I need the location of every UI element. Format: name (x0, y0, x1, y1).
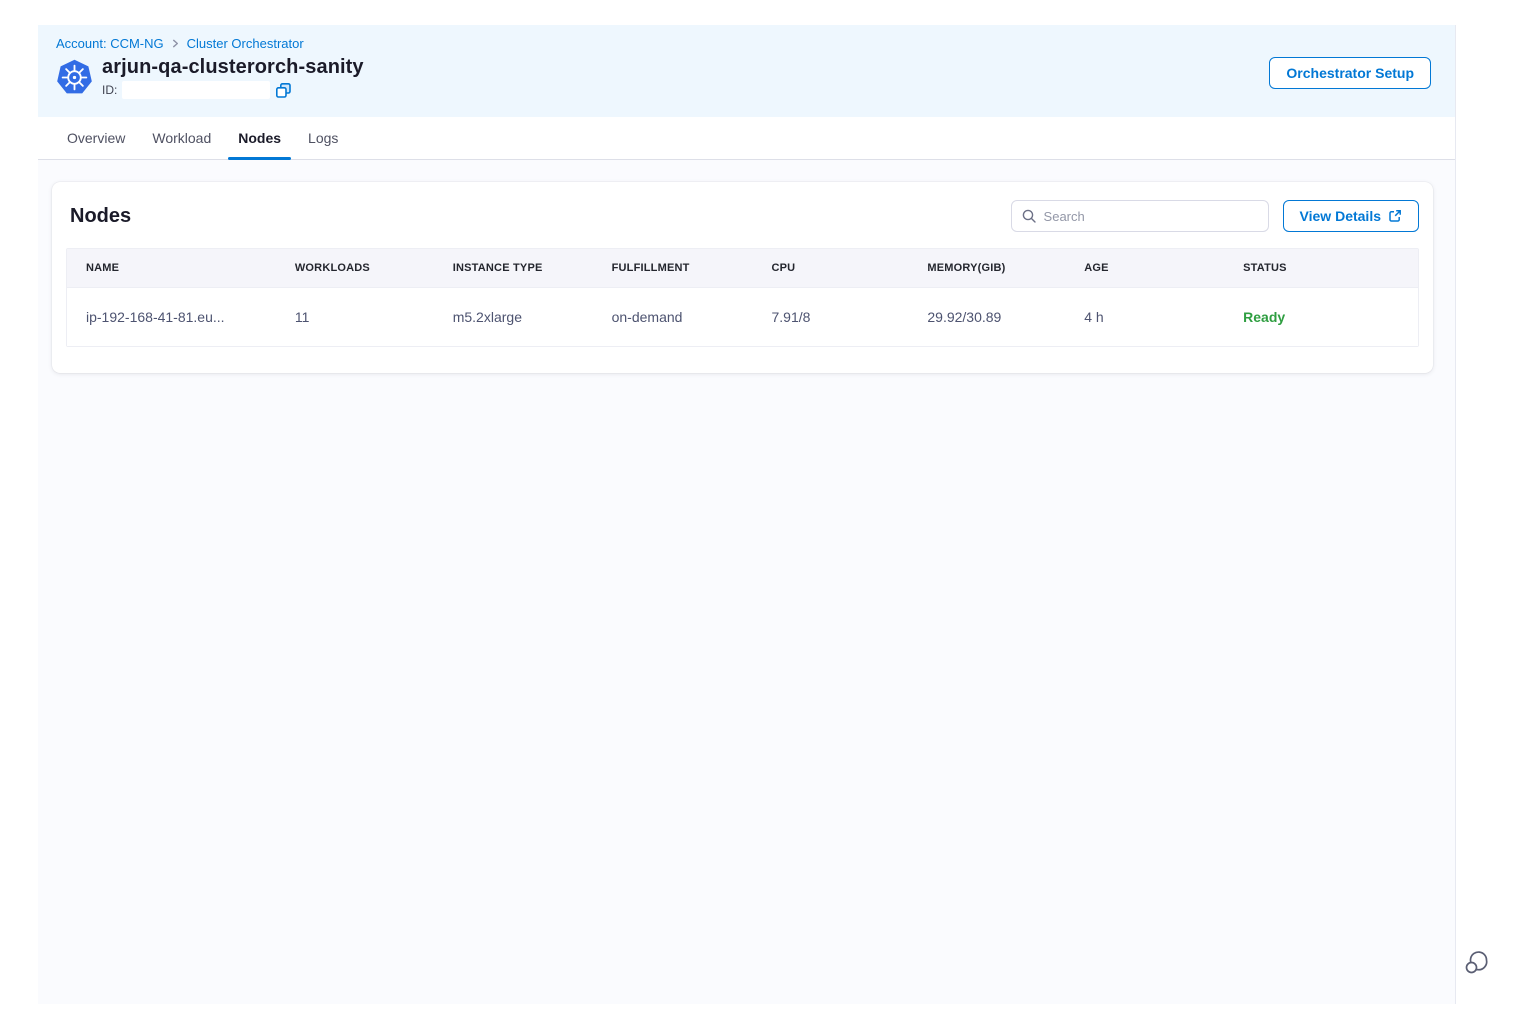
tab-workload-label: Workload (152, 130, 211, 146)
chevron-right-icon (171, 39, 180, 48)
card-header-tools: View Details (1011, 200, 1419, 232)
external-link-icon (1388, 209, 1402, 223)
page-title: arjun-qa-clusterorch-sanity (102, 56, 364, 79)
column-header-fulfillment: FULFILLMENT (593, 249, 753, 287)
column-header-workloads: WORKLOADS (276, 249, 434, 287)
cell-cpu: 7.91/8 (752, 288, 908, 346)
chat-icon[interactable] (1462, 947, 1492, 977)
copy-icon[interactable] (275, 81, 293, 99)
status-badge: Ready (1224, 288, 1418, 346)
page-header: Account: CCM-NG Cluster Orchestrator (38, 25, 1455, 117)
table-row[interactable]: ip-192-168-41-81.eu... 11 m5.2xlarge on-… (67, 287, 1418, 346)
cluster-id-label: ID: (102, 83, 117, 97)
view-details-label: View Details (1300, 208, 1381, 224)
tab-logs-label: Logs (308, 130, 338, 146)
title-row: arjun-qa-clusterorch-sanity ID: (56, 56, 364, 99)
orchestrator-setup-label: Orchestrator Setup (1286, 65, 1414, 81)
main-column: Account: CCM-NG Cluster Orchestrator (38, 25, 1456, 1004)
content-area: Nodes View Details (38, 160, 1455, 1004)
cell-instance-type: m5.2xlarge (434, 288, 593, 346)
header-left: Account: CCM-NG Cluster Orchestrator (56, 36, 364, 99)
column-header-memory: MEMORY(GIB) (908, 249, 1065, 287)
column-header-age: AGE (1065, 249, 1224, 287)
column-header-name: NAME (67, 249, 276, 287)
nodes-card: Nodes View Details (52, 182, 1433, 373)
column-header-status: STATUS (1224, 249, 1418, 287)
breadcrumb-account-link[interactable]: Account: CCM-NG (56, 36, 164, 51)
cell-memory: 29.92/30.89 (908, 288, 1065, 346)
view-details-button[interactable]: View Details (1283, 200, 1419, 232)
cell-node-name: ip-192-168-41-81.eu... (67, 288, 276, 346)
tab-nodes[interactable]: Nodes (236, 117, 283, 159)
cell-fulfillment: on-demand (593, 288, 753, 346)
cluster-id-row: ID: (102, 81, 364, 99)
search-input[interactable] (1011, 200, 1269, 232)
cluster-id-value (122, 81, 270, 99)
breadcrumb: Account: CCM-NG Cluster Orchestrator (56, 36, 364, 51)
tab-overview-label: Overview (67, 130, 125, 146)
nodes-card-header: Nodes View Details (66, 200, 1419, 232)
tab-overview[interactable]: Overview (65, 117, 127, 159)
tab-logs[interactable]: Logs (306, 117, 340, 159)
column-header-cpu: CPU (752, 249, 908, 287)
table-header-row: NAME WORKLOADS INSTANCE TYPE FULFILLMENT… (67, 249, 1418, 287)
breadcrumb-section-link[interactable]: Cluster Orchestrator (187, 36, 304, 51)
cell-workloads: 11 (276, 288, 434, 346)
nodes-table: NAME WORKLOADS INSTANCE TYPE FULFILLMENT… (66, 248, 1419, 347)
tab-bar: Overview Workload Nodes Logs (38, 117, 1455, 160)
nodes-card-title: Nodes (70, 205, 131, 228)
search-icon (1021, 208, 1037, 224)
column-header-instance-type: INSTANCE TYPE (434, 249, 593, 287)
orchestrator-setup-button[interactable]: Orchestrator Setup (1269, 57, 1431, 89)
search-box (1011, 200, 1269, 232)
kubernetes-icon (56, 59, 93, 96)
tab-nodes-label: Nodes (238, 130, 281, 146)
cell-age: 4 h (1065, 288, 1224, 346)
tab-workload[interactable]: Workload (150, 117, 213, 159)
title-block: arjun-qa-clusterorch-sanity ID: (102, 56, 364, 99)
